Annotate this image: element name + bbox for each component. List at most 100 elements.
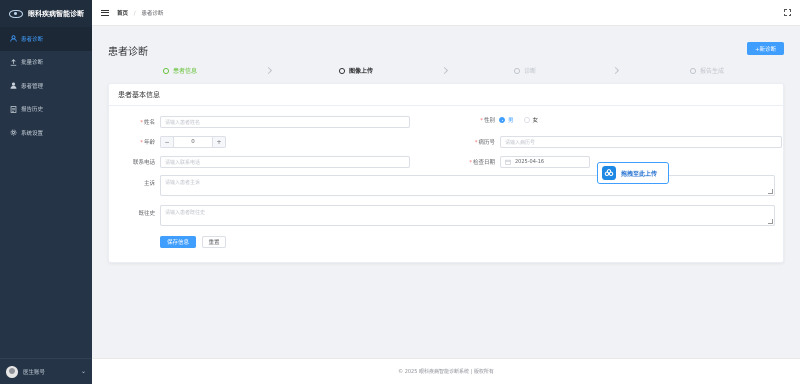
sidebar: 眼科疾病智能诊断 患者诊断 批量诊断 患者管理 报告历史 系统设置 医生账号 ⌄ [0, 0, 92, 384]
gender-label: *性别 [449, 116, 495, 124]
radio-dot [523, 117, 530, 123]
name-label: *姓名 [109, 118, 155, 126]
account-menu[interactable]: 医生账号 ⌄ [0, 358, 92, 384]
save-button[interactable]: 保存信息 [160, 236, 196, 248]
sidebar-item-system-settings[interactable]: 系统设置 [0, 121, 92, 145]
sidebar-item-label: 患者管理 [21, 83, 44, 90]
record-number-input[interactable]: 请输入病历号 [500, 136, 782, 148]
footer: © 2025 眼科疾病智能诊断系统 | 版权所有 [92, 358, 800, 384]
eye-logo-icon [9, 9, 23, 18]
app-title: 眼科疾病智能诊断 [28, 9, 84, 18]
avatar [6, 365, 18, 378]
phone-input[interactable]: 请输入联系电话 [160, 156, 410, 168]
gender-male-label: 男 [508, 118, 514, 124]
required-mark: * [480, 118, 483, 124]
required-mark: * [140, 120, 143, 126]
complaint-label: 主诉 [143, 181, 155, 187]
history-label: 既往史 [138, 211, 155, 217]
age-value[interactable]: 0 [173, 137, 213, 147]
step-report: 报告生成 [690, 66, 724, 75]
record-row: *病历号 请输入病历号 [449, 136, 782, 148]
diagnosis-steps: 患者信息 图像上传 诊断 报告生成 [108, 66, 784, 80]
reset-button[interactable]: 重置 [202, 236, 226, 248]
gear-icon [9, 129, 17, 137]
circle-icon [514, 67, 520, 74]
gender-row: *性别 男 女 [449, 116, 548, 124]
card-title: 患者基本信息 [109, 84, 783, 106]
sidebar-item-patient-diagnosis[interactable]: 患者诊断 [0, 27, 92, 51]
age-row: *年龄 − 0 + [109, 136, 226, 148]
radio-dot [499, 117, 505, 123]
upload-icon [9, 58, 17, 66]
circle-icon [690, 67, 696, 74]
chevron-right-icon [440, 66, 449, 75]
breadcrumb-separator: / [133, 10, 136, 17]
name-label-text: 姓名 [143, 120, 155, 126]
exam-date-value: 2025-04-16 [515, 159, 545, 165]
sidebar-item-label: 患者诊断 [21, 36, 44, 43]
step-patient-info: 患者信息 [163, 66, 197, 75]
increment-button[interactable]: + [213, 137, 225, 147]
exam-date-picker[interactable]: 2025-04-16 [500, 156, 590, 168]
date-row: *检查日期 2025-04-16 [449, 156, 590, 168]
decrement-button[interactable]: − [161, 137, 173, 147]
chevron-right-icon [611, 66, 620, 75]
breadcrumb-home[interactable]: 首页 [117, 11, 128, 17]
required-mark: * [140, 140, 143, 146]
complaint-textarea[interactable]: 请输入患者主诉 [160, 175, 775, 196]
patient-info-card: 患者基本信息 *姓名 请输入患者姓名 *性别 男 女 *年龄 − 0 + *病历… [108, 83, 784, 263]
step-label: 图像上传 [349, 68, 374, 75]
fullscreen-icon[interactable] [784, 9, 791, 16]
sidebar-item-label: 系统设置 [21, 130, 44, 137]
step-diagnosis: 诊断 [514, 66, 536, 75]
top-bar: 首页 / 患者诊断 [92, 0, 800, 26]
history-row: 既往史 请输入患者既往史 [109, 205, 775, 226]
form-actions: 保存信息 重置 [160, 236, 226, 248]
breadcrumb-current: 患者诊断 [141, 10, 164, 17]
age-label: *年龄 [109, 138, 155, 146]
step-label: 患者信息 [173, 68, 198, 75]
main-content: 患者诊断 +新诊断 患者信息 图像上传 诊断 报告生成 患者基本信息 *姓名 请… [92, 26, 800, 358]
step-label: 诊断 [524, 68, 537, 75]
phone-label: 联系电话 [132, 160, 155, 166]
step-label: 报告生成 [700, 68, 725, 75]
sidebar-item-report-history[interactable]: 报告历史 [0, 98, 92, 122]
name-input[interactable]: 请输入患者姓名 [160, 116, 410, 128]
gender-female-radio[interactable]: 女 [523, 116, 538, 124]
gender-male-radio[interactable]: 男 [499, 116, 514, 124]
record-label-text: 病历号 [478, 140, 495, 146]
phone-row: 联系电话 请输入联系电话 [109, 156, 410, 168]
check-circle-icon [163, 67, 169, 74]
record-label: *病历号 [449, 138, 495, 146]
complaint-row: 主诉 请输入患者主诉 [109, 175, 775, 196]
new-diagnosis-button[interactable]: +新诊断 [747, 42, 784, 55]
document-icon [9, 105, 17, 113]
date-label: *检查日期 [449, 158, 495, 166]
history-textarea[interactable]: 请输入患者既往史 [160, 205, 775, 226]
age-label-text: 年龄 [143, 140, 155, 146]
drag-upload-label: 拖拽至此上传 [621, 170, 658, 178]
name-row: *姓名 请输入患者姓名 [109, 116, 410, 128]
step-image-upload: 图像上传 [339, 66, 373, 75]
sidebar-item-label: 批量诊断 [21, 60, 44, 67]
sidebar-item-patient-management[interactable]: 患者管理 [0, 74, 92, 98]
user-icon [9, 35, 17, 43]
date-label-text: 检查日期 [472, 160, 495, 166]
users-icon [9, 82, 17, 90]
breadcrumb: 首页 / 患者诊断 [117, 9, 163, 17]
drag-upload-zone[interactable]: 拖拽至此上传 [597, 162, 669, 184]
page-title: 患者诊断 [108, 47, 148, 58]
sidebar-item-batch-diagnosis[interactable]: 批量诊断 [0, 51, 92, 75]
menu-toggle-icon[interactable] [101, 9, 109, 16]
required-mark: * [469, 160, 472, 166]
app-brand: 眼科疾病智能诊断 [0, 0, 92, 27]
chevron-down-icon: ⌄ [80, 368, 86, 375]
calendar-icon [505, 159, 511, 165]
gender-label-text: 性别 [483, 118, 495, 124]
age-stepper[interactable]: − 0 + [160, 136, 226, 148]
circle-icon [339, 67, 345, 74]
sidebar-item-label: 报告历史 [21, 107, 44, 114]
cloud-upload-icon [602, 166, 616, 180]
account-label: 医生账号 [23, 369, 46, 376]
chevron-right-icon [264, 66, 273, 75]
